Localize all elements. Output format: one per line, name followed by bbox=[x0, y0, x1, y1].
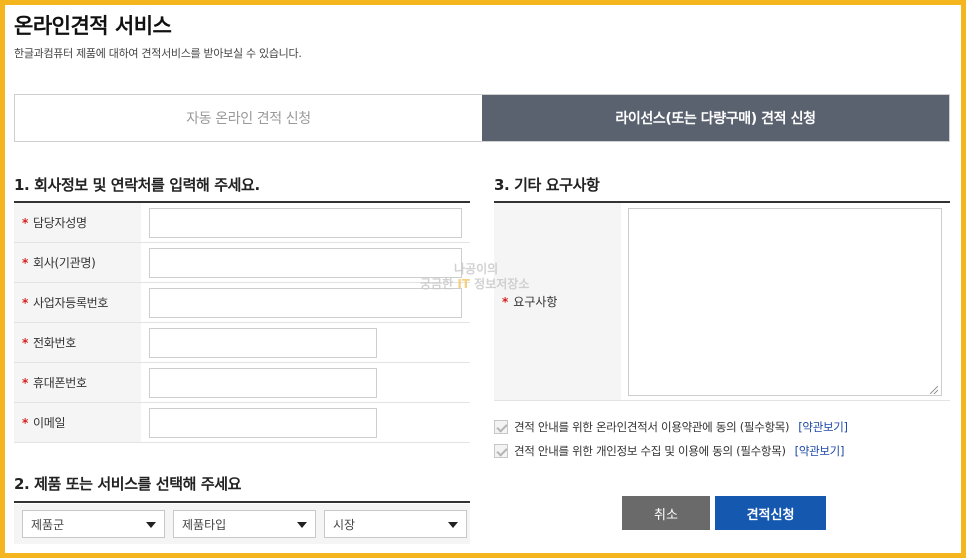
requirements-form: * 요구사항 bbox=[494, 203, 950, 401]
field-label: 사업자등록번호 bbox=[32, 296, 109, 310]
form-row-manager-name: * 담당자성명 bbox=[14, 203, 470, 243]
company-name-input[interactable] bbox=[149, 247, 462, 278]
watermark-text: 정보저장소 bbox=[474, 277, 530, 291]
cancel-button[interactable]: 취소 bbox=[622, 496, 710, 530]
resize-grip-icon[interactable] bbox=[930, 386, 938, 394]
checkbox-terms[interactable] bbox=[494, 420, 508, 434]
chevron-down-icon bbox=[448, 522, 458, 528]
section2-divider bbox=[14, 501, 470, 503]
select-value: 제품타입 bbox=[182, 517, 227, 532]
view-privacy-terms-link[interactable]: [약관보기] bbox=[795, 443, 845, 459]
agreement-text: 견적 안내를 위한 개인정보 수집 및 이용에 동의 (필수항목) bbox=[514, 444, 786, 458]
form-row-phone: * 전화번호 bbox=[14, 323, 470, 363]
field-label: 회사(기관명) bbox=[32, 256, 96, 270]
chevron-down-icon bbox=[146, 522, 156, 528]
blog-watermark: 나공이의 궁금한 IT 정보저장소 bbox=[420, 262, 580, 298]
field-label: 담당자성명 bbox=[32, 216, 87, 230]
checkbox-privacy[interactable] bbox=[494, 444, 508, 458]
phone-input[interactable] bbox=[149, 327, 377, 358]
tab-license-quote[interactable]: 라이선스(또는 다량구매) 견적 신청 bbox=[482, 95, 949, 141]
manager-name-input[interactable] bbox=[149, 207, 462, 238]
select-value: 시장 bbox=[333, 517, 356, 532]
quote-tabs: 자동 온라인 견적 신청 라이선스(또는 다량구매) 견적 신청 bbox=[14, 94, 950, 142]
page-description: 한글과컴퓨터 제품에 대하여 견적서비스를 받아보실 수 있습니다. bbox=[14, 47, 302, 60]
required-mark: * bbox=[22, 295, 28, 310]
email-input[interactable] bbox=[149, 407, 377, 438]
section1-title: 1. 회사정보 및 연락처를 입력해 주세요. bbox=[14, 176, 260, 194]
agreement-terms: 견적 안내를 위한 온라인견적서 이용약관에 동의 (필수항목) [약관보기] bbox=[494, 419, 848, 435]
form-row-business-number: * 사업자등록번호 bbox=[14, 283, 470, 323]
field-label: 휴대폰번호 bbox=[32, 376, 87, 390]
watermark-text: 궁금한 bbox=[420, 277, 454, 291]
section3-title: 3. 기타 요구사항 bbox=[494, 176, 600, 194]
product-group-select[interactable]: 제품군 bbox=[22, 510, 165, 538]
required-mark: * bbox=[22, 255, 28, 270]
watermark-it: IT bbox=[457, 277, 470, 291]
chevron-down-icon bbox=[297, 522, 307, 528]
required-mark: * bbox=[22, 375, 28, 390]
submit-quote-button[interactable]: 견적신청 bbox=[715, 496, 826, 530]
form-row-company: * 회사(기관명) bbox=[14, 243, 470, 283]
field-label: 이메일 bbox=[32, 416, 66, 430]
product-type-select[interactable]: 제품타입 bbox=[173, 510, 316, 538]
form-row-email: * 이메일 bbox=[14, 403, 470, 443]
form-row-mobile: * 휴대폰번호 bbox=[14, 363, 470, 403]
field-label: 전화번호 bbox=[32, 336, 76, 350]
requirements-textarea[interactable] bbox=[628, 208, 942, 396]
watermark-line1: 나공이의 bbox=[454, 262, 499, 276]
required-mark: * bbox=[22, 335, 28, 350]
required-mark: * bbox=[22, 215, 28, 230]
tab-auto-online-quote[interactable]: 자동 온라인 견적 신청 bbox=[15, 95, 482, 141]
view-terms-link[interactable]: [약관보기] bbox=[798, 419, 848, 435]
required-mark: * bbox=[22, 415, 28, 430]
market-select[interactable]: 시장 bbox=[324, 510, 467, 538]
page-title: 온라인견적 서비스 bbox=[14, 14, 172, 38]
business-number-input[interactable] bbox=[149, 287, 462, 318]
section2-title: 2. 제품 또는 서비스를 선택해 주세요 bbox=[14, 475, 242, 493]
select-value: 제품군 bbox=[31, 517, 65, 532]
agreement-text: 견적 안내를 위한 온라인견적서 이용약관에 동의 (필수항목) bbox=[514, 420, 790, 434]
product-select-row: 제품군 제품타입 시장 bbox=[14, 504, 470, 544]
mobile-input[interactable] bbox=[149, 367, 377, 398]
agreement-privacy: 견적 안내를 위한 개인정보 수집 및 이용에 동의 (필수항목) [약관보기] bbox=[494, 443, 844, 459]
company-info-form: * 담당자성명 * 회사(기관명) * 사업자등록번호 * 전화번호 * 휴대폰번호 * 이… bbox=[14, 203, 470, 443]
